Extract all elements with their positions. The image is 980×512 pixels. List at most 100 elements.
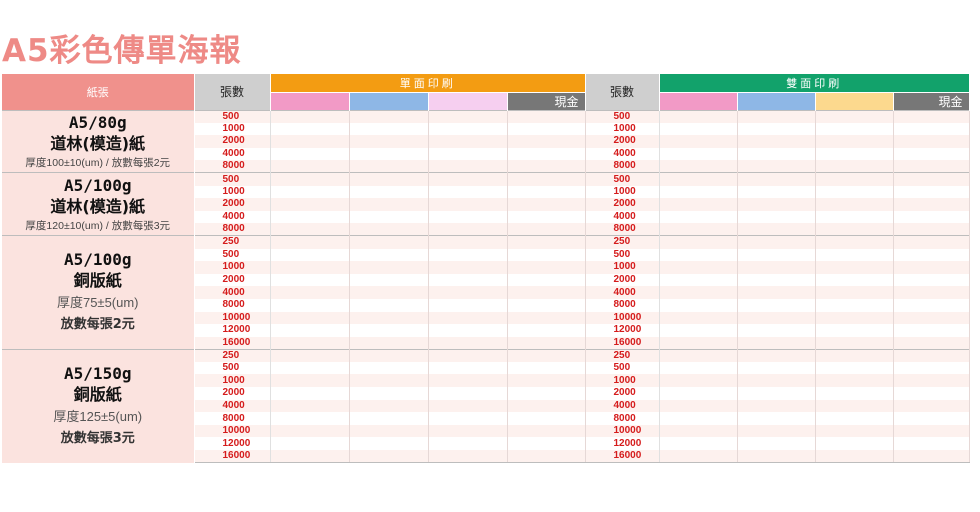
- quantity-cell: 1000: [585, 374, 660, 388]
- price-cell: [270, 399, 350, 413]
- price-cell: [815, 336, 894, 350]
- price-cell: [270, 160, 350, 173]
- quantity-cell: 250: [585, 348, 660, 362]
- price-cell: [270, 185, 350, 199]
- price-cell: [659, 387, 738, 400]
- price-cell: [659, 412, 738, 425]
- quantity-column-header-2: 張數: [585, 74, 660, 110]
- price-cell: [893, 210, 970, 224]
- quantity-cell: 16000: [585, 336, 660, 350]
- price-cell: [659, 450, 738, 464]
- cash-header: 現金: [507, 91, 586, 110]
- price-cell: [659, 437, 738, 451]
- quantity-cell: 12000: [585, 437, 660, 451]
- price-cell: [428, 361, 508, 375]
- price-cell: [349, 336, 429, 350]
- price-cell: [893, 336, 970, 350]
- quantity-cell: 500: [585, 172, 660, 186]
- page-title: A5彩色傳單海報: [2, 33, 242, 69]
- paper-unit-price: 放數每張3元: [60, 430, 135, 446]
- quantity-cell: 2000: [585, 387, 660, 400]
- price-cell: [815, 198, 894, 211]
- paper-name: 道林(模造)紙: [50, 196, 146, 216]
- price-cell: [428, 273, 508, 287]
- price-cell: [507, 223, 586, 236]
- price-cell: [507, 261, 586, 274]
- price-cell: [270, 135, 350, 148]
- price-cell: [893, 248, 970, 262]
- price-cell: [815, 210, 894, 224]
- price-cell: [428, 412, 508, 425]
- price-cell: [659, 273, 738, 287]
- price-cell: [428, 235, 508, 249]
- price-cell: [507, 172, 586, 186]
- price-cell: [349, 135, 429, 148]
- price-cell: [737, 437, 816, 451]
- price-cell: [428, 172, 508, 186]
- quantity-cell: 4000: [194, 399, 271, 413]
- price-cell: [815, 286, 894, 299]
- price-cell: [815, 324, 894, 337]
- price-cell: [815, 311, 894, 325]
- price-cell: [659, 336, 738, 350]
- price-cell: [507, 122, 586, 136]
- price-cell: [893, 286, 970, 299]
- price-cell: [737, 361, 816, 375]
- price-cell: [893, 412, 970, 425]
- price-cell: [507, 437, 586, 451]
- price-cell: [893, 109, 970, 123]
- quantity-cell: 16000: [585, 450, 660, 464]
- price-cell: [659, 374, 738, 388]
- price-cell: [815, 109, 894, 123]
- table-row: A5/100g 銅版紙 厚度75±5(um) 放數每張2元 250 250: [2, 235, 970, 350]
- price-cell: [507, 311, 586, 325]
- price-cell: [270, 374, 350, 388]
- price-cell: [893, 399, 970, 413]
- price-cell: [893, 185, 970, 199]
- quantity-cell: 10000: [194, 424, 271, 438]
- quantity-cell: 250: [194, 235, 271, 249]
- price-cell: [893, 273, 970, 287]
- price-cell: [815, 387, 894, 400]
- quantity-cell: 8000: [194, 412, 271, 425]
- price-cell: [270, 298, 350, 312]
- price-cell: [737, 160, 816, 173]
- price-cell: [428, 450, 508, 464]
- price-cell: [815, 412, 894, 425]
- price-cell: [507, 147, 586, 161]
- price-cell: [893, 450, 970, 464]
- price-cell: [737, 147, 816, 161]
- price-cell: [428, 311, 508, 325]
- price-cell: [659, 424, 738, 438]
- quantity-cell: 12000: [194, 437, 271, 451]
- table-row: A5/80g 道林(模造)紙 厚度100±10(um) / 放數每張2元 500 500: [2, 109, 970, 173]
- price-cell: [737, 387, 816, 400]
- price-cell: [349, 248, 429, 262]
- price-cell: [507, 210, 586, 224]
- price-cell: [349, 172, 429, 186]
- price-cell: [270, 122, 350, 136]
- paper-size: A5/100g: [64, 250, 132, 270]
- price-cell: [428, 135, 508, 148]
- price-cell: [349, 399, 429, 413]
- price-cell: [349, 109, 429, 123]
- price-cell: [815, 348, 894, 362]
- paper-name: 道林(模造)紙: [50, 133, 146, 153]
- price-cell: [270, 412, 350, 425]
- price-cell: [507, 348, 586, 362]
- price-cell: [507, 412, 586, 425]
- price-cell: [270, 437, 350, 451]
- table-row: A5/100g 道林(模造)紙 厚度120±10(um) / 放數每張3元 500 50…: [2, 172, 970, 236]
- price-cell: [507, 273, 586, 287]
- price-cell: [428, 286, 508, 299]
- quantity-cell: 2000: [585, 198, 660, 211]
- price-cell: [507, 374, 586, 388]
- price-cell: [659, 147, 738, 161]
- price-cell: [659, 122, 738, 136]
- price-cell: [428, 336, 508, 350]
- quantity-cell: 4000: [194, 147, 271, 161]
- quantity-cell: 1000: [585, 185, 660, 199]
- price-cell: [815, 135, 894, 148]
- price-cell: [659, 235, 738, 249]
- quantity-cell: 2000: [194, 273, 271, 287]
